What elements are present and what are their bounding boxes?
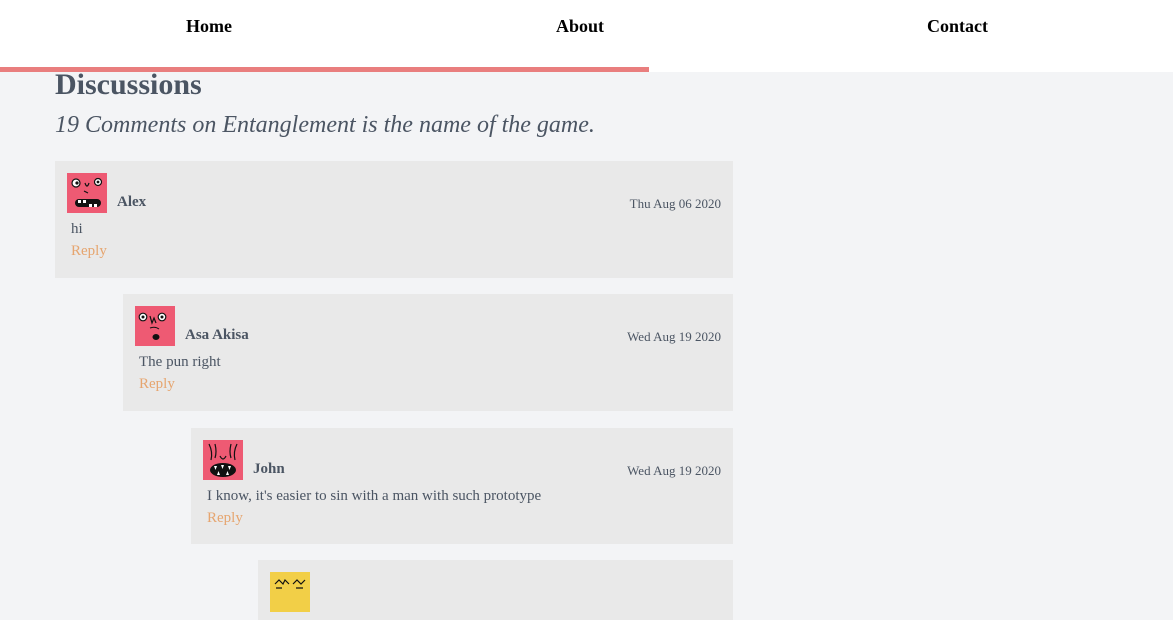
comment-date: Wed Aug 19 2020 (627, 463, 721, 478)
comment-card (258, 560, 733, 620)
nav-home-link[interactable]: Home (186, 16, 232, 38)
comment-date: Thu Aug 06 2020 (629, 196, 721, 211)
reply-link[interactable]: Reply (71, 243, 107, 260)
discussions-heading: Discussions (55, 68, 202, 101)
comment-card: John Wed Aug 19 2020 I know, it's easier… (191, 428, 733, 544)
yellow-monster-avatar-icon (270, 572, 310, 612)
pink-monster-avatar-icon (203, 440, 243, 480)
pink-monster-avatar-icon (135, 306, 175, 346)
comment-text: I know, it's easier to sin with a man wi… (207, 488, 542, 504)
nav-contact-link[interactable]: Contact (927, 16, 988, 38)
top-nav: Home About Contact (0, 0, 1173, 72)
pink-monster-avatar-icon (67, 173, 107, 213)
comment-date: Wed Aug 19 2020 (627, 329, 721, 344)
comment-card: Alex Thu Aug 06 2020 hi Reply (55, 161, 733, 278)
nav-about-link[interactable]: About (556, 16, 604, 38)
comment-author: Asa Akisa (185, 327, 249, 343)
comment-card: Asa Akisa Wed Aug 19 2020 The pun right … (123, 294, 733, 411)
comment-author: John (253, 461, 285, 477)
reply-link[interactable]: Reply (207, 510, 243, 527)
comment-text: hi (71, 221, 83, 237)
comments-count-heading: 19 Comments on Entanglement is the name … (55, 112, 595, 138)
comment-author: Alex (117, 194, 147, 210)
comment-text: The pun right (139, 354, 221, 370)
reply-link[interactable]: Reply (139, 376, 175, 393)
